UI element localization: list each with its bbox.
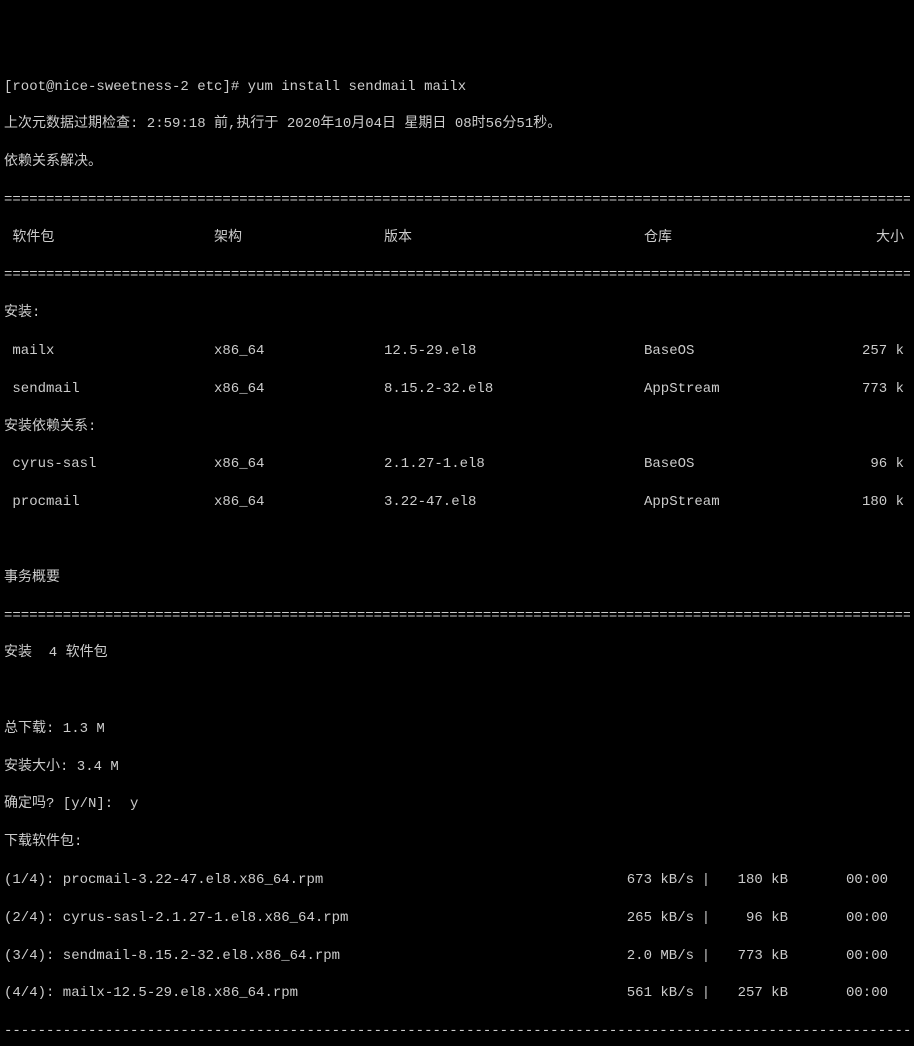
dl-bar: | [694,947,718,966]
install-label: 安装: [4,304,910,323]
dl-bar: | [694,871,718,890]
table-row: mailxx86_6412.5-29.el8BaseOS257 k [4,342,910,361]
total-download: 总下载: 1.3 M [4,720,910,739]
dl-speed: 561 kB/s [574,984,694,1003]
metadata-line: 上次元数据过期检查: 2:59:18 前,执行于 2020年10月04日 星期日… [4,115,910,134]
confirm-prompt: 确定吗? [y/N]: y [4,795,910,814]
pkg-repo: AppStream [644,493,834,512]
dl-size: 257 kB [718,984,788,1003]
table-header: 软件包架构版本仓库大小 [4,229,910,248]
dl-size: 773 kB [718,947,788,966]
table-row: sendmailx86_648.15.2-32.el8AppStream773 … [4,380,910,399]
download-row: (3/4): sendmail-8.15.2-32.el8.x86_64.rpm… [4,947,910,966]
dl-size: 180 kB [718,871,788,890]
summary-label: 事务概要 [4,569,910,588]
dl-time: 00:00 [788,947,888,966]
pkg-name: sendmail [4,380,214,399]
download-row: (4/4): mailx-12.5-29.el8.x86_64.rpm561 k… [4,984,910,1003]
command-prompt-line: [root@nice-sweetness-2 etc]# yum install… [4,78,910,97]
pkg-name: mailx [4,342,214,361]
dl-speed: 2.0 MB/s [574,947,694,966]
dl-time: 00:00 [788,984,888,1003]
dl-name: (1/4): procmail-3.22-47.el8.x86_64.rpm [4,871,574,890]
prompt-close: ]# [222,79,247,95]
dl-time: 00:00 [788,871,888,890]
header-arch: 架构 [214,229,384,248]
table-row: cyrus-saslx86_642.1.27-1.el8BaseOS96 k [4,455,910,474]
divider-eq: ========================================… [4,607,910,626]
deps-resolved: 依赖关系解决。 [4,153,910,172]
divider-dash: ----------------------------------------… [4,1022,910,1041]
dl-bar: | [694,984,718,1003]
pkg-arch: x86_64 [214,493,384,512]
blank-line [4,682,910,701]
pkg-version: 12.5-29.el8 [384,342,644,361]
installed-size: 安装大小: 3.4 M [4,758,910,777]
pkg-version: 8.15.2-32.el8 [384,380,644,399]
pkg-size: 180 k [834,493,904,512]
pkg-size: 257 k [834,342,904,361]
header-size: 大小 [834,229,904,248]
pkg-repo: BaseOS [644,455,834,474]
command-text: yum install sendmail mailx [248,79,466,95]
downloading-label: 下载软件包: [4,833,910,852]
header-repo: 仓库 [644,229,834,248]
dl-name: (4/4): mailx-12.5-29.el8.x86_64.rpm [4,984,574,1003]
divider-eq: ========================================… [4,191,910,210]
dl-speed: 673 kB/s [574,871,694,890]
download-row: (2/4): cyrus-sasl-2.1.27-1.el8.x86_64.rp… [4,909,910,928]
pkg-size: 773 k [834,380,904,399]
pkg-version: 2.1.27-1.el8 [384,455,644,474]
dl-size: 96 kB [718,909,788,928]
dl-name: (2/4): cyrus-sasl-2.1.27-1.el8.x86_64.rp… [4,909,574,928]
pkg-arch: x86_64 [214,455,384,474]
divider-eq: ========================================… [4,266,910,285]
pkg-arch: x86_64 [214,380,384,399]
pkg-name: procmail [4,493,214,512]
install-summary: 安装 4 软件包 [4,644,910,663]
blank-line [4,531,910,550]
user-host-path: root@nice-sweetness-2 etc [12,79,222,95]
dl-speed: 265 kB/s [574,909,694,928]
pkg-arch: x86_64 [214,342,384,361]
download-row: (1/4): procmail-3.22-47.el8.x86_64.rpm67… [4,871,910,890]
table-row: procmailx86_643.22-47.el8AppStream180 k [4,493,910,512]
pkg-name: cyrus-sasl [4,455,214,474]
dl-bar: | [694,909,718,928]
dl-name: (3/4): sendmail-8.15.2-32.el8.x86_64.rpm [4,947,574,966]
dl-time: 00:00 [788,909,888,928]
header-version: 版本 [384,229,644,248]
pkg-size: 96 k [834,455,904,474]
deps-label: 安装依赖关系: [4,418,910,437]
pkg-repo: AppStream [644,380,834,399]
pkg-version: 3.22-47.el8 [384,493,644,512]
pkg-repo: BaseOS [644,342,834,361]
header-pkg: 软件包 [4,229,214,248]
